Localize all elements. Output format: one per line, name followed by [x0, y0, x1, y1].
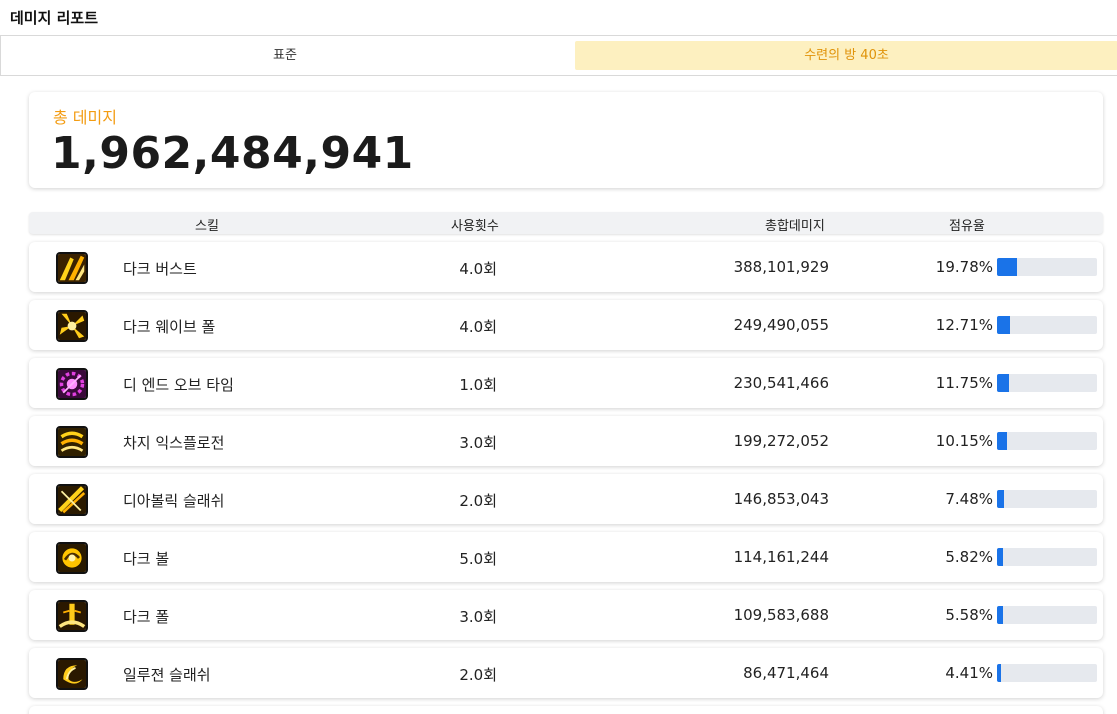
skill-damage: 230,541,466 [733, 374, 829, 392]
dark-wave-fall-icon [56, 310, 88, 342]
total-damage-card: 총 데미지 1,962,484,941 [29, 92, 1103, 188]
page-title: 데미지 리포트 [10, 9, 99, 27]
share-bar-fill [997, 606, 1003, 624]
skill-uses: 1.0회 [459, 376, 497, 394]
skill-damage: 199,272,052 [733, 432, 829, 450]
table-row [29, 706, 1103, 714]
table-row: 차지 익스플로전 3.0회 199,272,052 10.15% [29, 416, 1103, 466]
skill-share: 12.71% [935, 316, 993, 334]
share-bar-fill [997, 664, 1002, 682]
share-bar-fill [997, 490, 1005, 508]
table-header: 스킬 사용횟수 총합데미지 점유율 [29, 212, 1103, 234]
dark-burst-icon [56, 252, 88, 284]
share-bar [997, 548, 1097, 566]
dark-ball-icon [56, 542, 88, 574]
share-bar [997, 664, 1097, 682]
skill-uses: 2.0회 [459, 666, 497, 684]
share-bar-fill [997, 374, 1009, 392]
skill-share: 5.82% [945, 548, 993, 566]
dark-fall-icon [56, 600, 88, 632]
skill-damage: 114,161,244 [733, 548, 829, 566]
skill-uses: 3.0회 [459, 608, 497, 626]
title-bar: 데미지 리포트 [0, 0, 1117, 36]
skill-share: 11.75% [935, 374, 993, 392]
skill-damage: 109,583,688 [733, 606, 829, 624]
skill-name: 차지 익스플로전 [123, 434, 225, 452]
share-bar-fill [997, 258, 1017, 276]
skill-name: 일루젼 슬래쉬 [123, 666, 211, 684]
header-uses: 사용횟수 [451, 219, 499, 234]
table-row: 다크 버스트 4.0회 388,101,929 19.78% [29, 242, 1103, 292]
skill-uses: 5.0회 [459, 550, 497, 568]
table-row: 디아볼릭 슬래쉬 2.0회 146,853,043 7.48% [29, 474, 1103, 524]
skill-name: 다크 웨이브 폴 [123, 318, 216, 336]
skill-name: 디아볼릭 슬래쉬 [123, 492, 225, 510]
tab-standard[interactable]: 표준 [1, 41, 569, 70]
share-bar [997, 258, 1097, 276]
share-bar [997, 316, 1097, 334]
table-row: 다크 볼 5.0회 114,161,244 5.82% [29, 532, 1103, 582]
diabolic-slash-icon [56, 484, 88, 516]
header-share: 점유율 [949, 219, 985, 234]
header-skill: 스킬 [195, 219, 219, 234]
skill-uses: 3.0회 [459, 434, 497, 452]
skill-uses: 4.0회 [459, 318, 497, 336]
table-row: 디 엔드 오브 타임 1.0회 230,541,466 11.75% [29, 358, 1103, 408]
share-bar-fill [997, 432, 1008, 450]
share-bar [997, 432, 1097, 450]
illusion-slash-icon [56, 658, 88, 690]
total-damage-label: 총 데미지 [53, 108, 117, 127]
end-of-time-icon [56, 368, 88, 400]
skill-name: 디 엔드 오브 타임 [123, 376, 234, 394]
skill-share: 19.78% [935, 258, 993, 276]
skill-share: 4.41% [945, 664, 993, 682]
total-damage-value: 1,962,484,941 [51, 128, 414, 179]
charge-explosion-icon [56, 426, 88, 458]
table-row: 일루젼 슬래쉬 2.0회 86,471,464 4.41% [29, 648, 1103, 698]
skill-damage: 249,490,055 [733, 316, 829, 334]
skill-share: 7.48% [945, 490, 993, 508]
share-bar-fill [997, 316, 1010, 334]
skill-uses: 2.0회 [459, 492, 497, 510]
skill-damage: 86,471,464 [743, 664, 829, 682]
share-bar-fill [997, 548, 1003, 566]
tab-training-room-40s[interactable]: 수련의 방 40초 [575, 41, 1117, 70]
table-row: 다크 폴 3.0회 109,583,688 5.58% [29, 590, 1103, 640]
table-row: 다크 웨이브 폴 4.0회 249,490,055 12.71% [29, 300, 1103, 350]
skill-damage: 146,853,043 [733, 490, 829, 508]
share-bar [997, 606, 1097, 624]
skill-uses: 4.0회 [459, 260, 497, 278]
header-damage: 총합데미지 [765, 219, 825, 234]
skill-share: 10.15% [935, 432, 993, 450]
skill-name: 다크 버스트 [123, 260, 197, 278]
skill-name: 다크 폴 [123, 608, 170, 626]
skill-name: 다크 볼 [123, 550, 170, 568]
skill-damage: 388,101,929 [733, 258, 829, 276]
skill-share: 5.58% [945, 606, 993, 624]
mode-tabs: 표준 수련의 방 40초 [0, 36, 1117, 76]
share-bar [997, 490, 1097, 508]
share-bar [997, 374, 1097, 392]
